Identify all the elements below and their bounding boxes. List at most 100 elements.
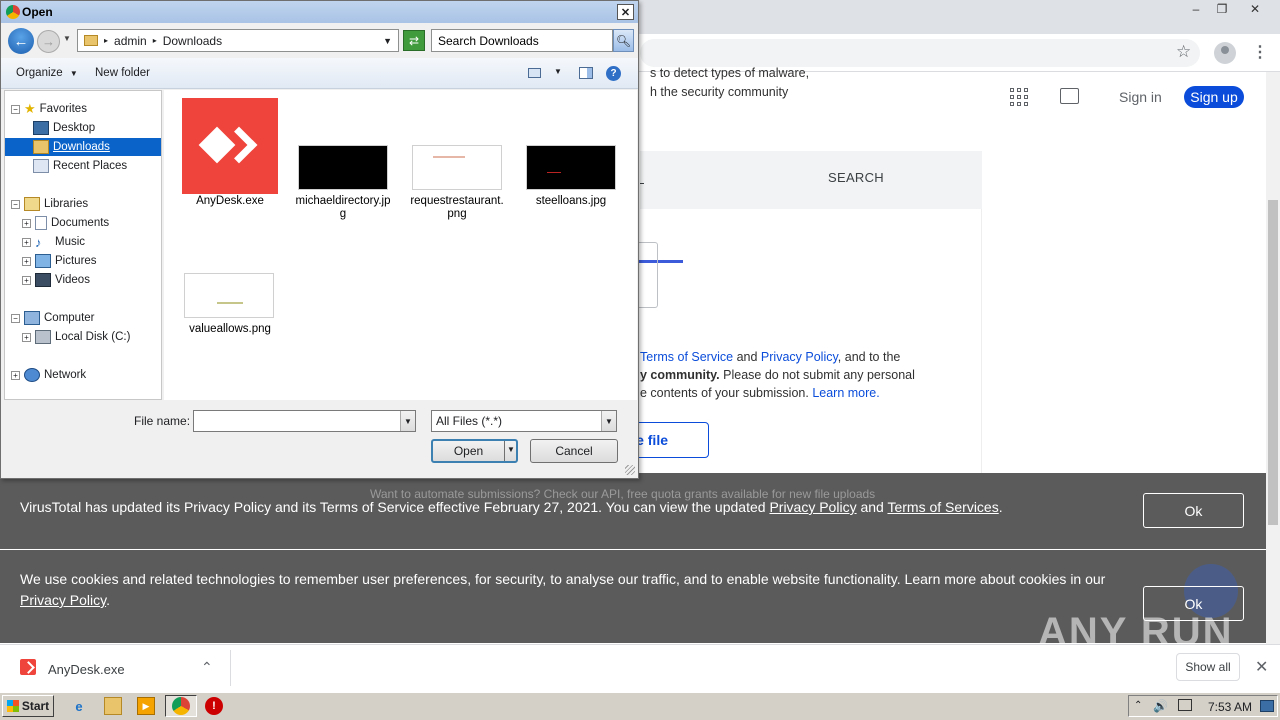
file-anydesk[interactable]: AnyDesk.exe [175,195,285,208]
file-name-label: File name: [134,414,191,428]
tree-downloads[interactable]: Downloads [5,138,161,156]
cookie-banner-text: We use cookies and related technologies … [20,571,1106,608]
tree-pictures[interactable]: + Pictures [22,252,97,270]
tree-local-disk[interactable]: + Local Disk (C:) [22,328,130,346]
cookie-privacy-link[interactable]: Privacy Policy [20,592,106,608]
search-icon[interactable]: 🔍︎ [613,29,634,52]
tree-favorites[interactable]: − ★ Favorites [11,100,87,118]
download-item-name[interactable]: AnyDesk.exe [48,662,125,677]
breadcrumb-chevron-icon[interactable]: ▸ [153,36,157,45]
minimize-icon[interactable]: – [1184,0,1208,18]
network-tray-icon[interactable] [1178,699,1192,711]
tree-desktop[interactable]: Desktop [33,119,95,137]
recent-dropdown-icon[interactable]: ▼ [63,34,71,43]
scrollbar-thumb[interactable] [1268,200,1278,525]
show-all-button[interactable]: Show all [1176,653,1240,681]
network-icon [24,368,40,382]
address-dropdown-icon[interactable]: ▼ [383,36,392,46]
choose-file-button[interactable]: e file [630,422,709,458]
profile-avatar-icon[interactable] [1214,42,1236,64]
pictures-icon [35,254,51,268]
tree-music[interactable]: + ♪ Music [22,233,85,251]
learn-more-link[interactable]: Learn more. [812,386,879,400]
new-folder-button[interactable]: New folder [95,67,150,79]
file-upload-icon [636,242,658,308]
start-button[interactable]: Start [2,695,54,717]
chevron-up-icon[interactable]: ⌃ [201,659,213,676]
breadcrumb[interactable]: ▸ admin ▸ Downloads ▼ [77,29,399,52]
kebab-menu-icon[interactable]: ⋮ [1252,42,1268,62]
privacy-policy-link[interactable]: Privacy Policy [761,350,838,364]
help-icon[interactable]: ? [606,66,621,81]
system-tray [1128,695,1278,717]
privacy-ok-button[interactable]: Ok [1143,493,1244,528]
view-icon[interactable] [528,68,541,78]
file-type-dropdown-icon[interactable]: ▼ [601,411,616,431]
ie-icon[interactable]: e [70,697,88,715]
navigation-pane: − ★ Favorites Desktop Downloads Recent Pla… [4,90,162,400]
media-player-icon[interactable]: ▶ [137,697,155,715]
breadcrumb-chevron-icon[interactable]: ▸ [104,36,108,45]
tree-documents[interactable]: + Documents [22,214,109,232]
collapse-icon: − [11,104,20,114]
chat-icon[interactable] [1060,88,1079,104]
file-steelloans[interactable]: steelloans.jpg [516,195,626,208]
tree-videos[interactable]: + Videos [22,271,90,289]
dialog-title: Open [22,5,53,19]
libraries-icon [24,197,40,211]
view-dropdown-icon[interactable]: ▼ [554,67,562,76]
open-dropdown-icon[interactable]: ▼ [507,445,515,454]
terms-of-service-link[interactable]: Terms of Service [640,350,733,364]
file-type-select[interactable]: All Files (*.*) [431,410,617,432]
close-window-icon[interactable]: ✕ [1243,0,1267,18]
preview-pane-icon[interactable] [579,67,593,79]
breadcrumb-downloads[interactable]: Downloads [163,34,222,48]
file-name-dropdown-icon[interactable]: ▼ [400,411,415,431]
sign-in-link[interactable]: Sign in [1119,89,1162,105]
tray-expand-icon[interactable]: ⌃ [1134,700,1142,711]
close-shelf-icon[interactable]: ✕ [1255,657,1268,677]
address-bar[interactable] [640,39,1200,67]
organize-menu[interactable]: Organize ▼ [16,67,78,79]
search-input[interactable]: Search Downloads [431,29,613,52]
resize-grip-icon[interactable] [625,465,635,475]
file-requestrestaurant[interactable]: requestrestaurant. png [402,195,512,221]
tree-recent-places[interactable]: Recent Places [33,157,127,175]
dialog-titlebar[interactable] [1,1,638,23]
terms-line: Terms of Service and Privacy Policy, and… [640,350,901,364]
file-valueallows[interactable]: valueallows.png [175,323,285,336]
chrome-app-icon [6,5,20,19]
clock[interactable]: 7:53 AM [1208,700,1252,714]
cancel-button[interactable]: Cancel [530,439,618,463]
breadcrumb-admin[interactable]: admin [114,34,147,48]
volume-icon[interactable]: 🔊 [1153,699,1168,713]
banner-terms-link[interactable]: Terms of Services [887,499,998,515]
apps-grid-icon[interactable] [1010,88,1028,106]
chrome-icon [172,697,190,715]
file-name-input[interactable] [193,410,416,432]
tab-url-fragment[interactable] [640,172,644,184]
valueallows-thumbnail[interactable] [184,273,274,318]
banner-privacy-link[interactable]: Privacy Policy [769,499,856,515]
antivirus-icon[interactable]: ! [205,697,223,715]
downloads-folder-icon [33,140,49,154]
bookmark-star-icon[interactable]: ☆ [1176,42,1191,62]
sign-up-button[interactable]: Sign up [1184,86,1244,108]
michaeldirectory-thumbnail[interactable] [298,145,388,190]
tree-computer[interactable]: − Computer [11,309,95,327]
star-icon: ★ [24,101,36,116]
show-desktop-icon[interactable] [1260,700,1274,712]
tree-libraries[interactable]: − Libraries [11,195,88,213]
forward-arrow-icon[interactable]: → [37,30,60,53]
explorer-folder-icon[interactable] [104,697,122,715]
dialog-close-icon[interactable]: ✕ [617,4,634,20]
requestrestaurant-thumbnail[interactable] [412,145,502,190]
steelloans-thumbnail[interactable] [526,145,616,190]
back-arrow-icon[interactable]: ← [8,28,34,54]
refresh-icon[interactable]: ⇄ [403,30,425,51]
restore-icon[interactable]: ❐ [1210,0,1234,18]
tree-network[interactable]: + Network [11,366,86,384]
anydesk-thumbnail[interactable] [182,98,278,194]
file-michaeldirectory[interactable]: michaeldirectory.jp g [288,195,398,221]
tab-search[interactable]: SEARCH [828,170,884,185]
